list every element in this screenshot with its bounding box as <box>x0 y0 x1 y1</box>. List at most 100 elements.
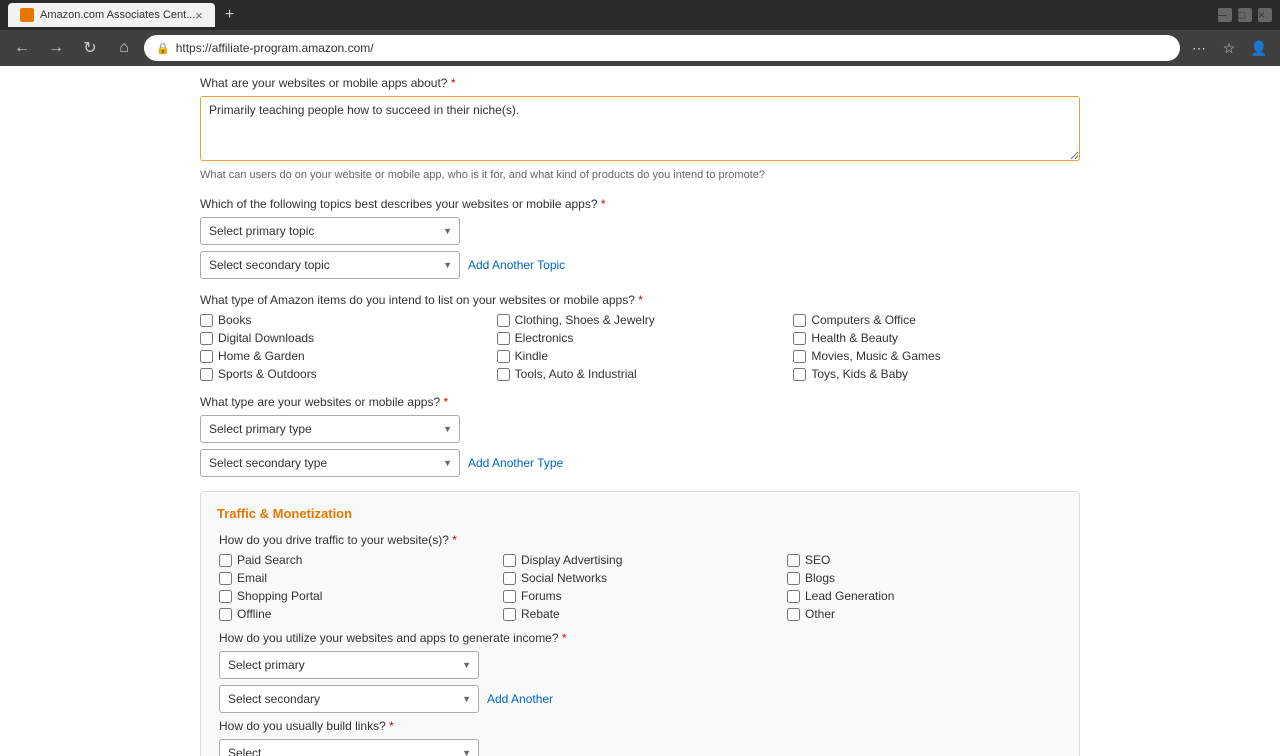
checkbox-computers: Computers & Office <box>793 313 1080 327</box>
checkbox-toys-input[interactable] <box>793 368 806 381</box>
firefox-account-icon[interactable]: 👤 <box>1246 35 1272 61</box>
topics-question-label: Which of the following topics best descr… <box>200 197 1080 211</box>
add-another-type-link[interactable]: Add Another Type <box>468 456 563 470</box>
topics-section: Which of the following topics best descr… <box>200 197 1080 279</box>
checkbox-paid-search-input[interactable] <box>219 554 232 567</box>
checkbox-social-input[interactable] <box>503 572 516 585</box>
checkbox-tools-input[interactable] <box>497 368 510 381</box>
primary-topic-row: Select primary topic <box>200 217 1080 245</box>
checkbox-electronics-label: Electronics <box>515 331 574 345</box>
amazon-items-required: * <box>638 293 643 307</box>
checkbox-email: Email <box>219 571 493 585</box>
checkbox-seo-input[interactable] <box>787 554 800 567</box>
checkbox-lead-gen: Lead Generation <box>787 589 1061 603</box>
browser-tab[interactable]: Amazon.com Associates Cent... × <box>8 3 215 27</box>
build-links-select[interactable]: Select <box>219 739 479 756</box>
add-another-income-link[interactable]: Add Another <box>487 692 553 706</box>
checkbox-email-input[interactable] <box>219 572 232 585</box>
checkbox-sports: Sports & Outdoors <box>200 367 487 381</box>
checkbox-home-input[interactable] <box>200 350 213 363</box>
checkbox-health: Health & Beauty <box>793 331 1080 345</box>
checkbox-other-input[interactable] <box>787 608 800 621</box>
checkbox-offline-input[interactable] <box>219 608 232 621</box>
close-window-button[interactable]: × <box>1258 8 1272 22</box>
checkbox-electronics-input[interactable] <box>497 332 510 345</box>
checkbox-tools: Tools, Auto & Industrial <box>497 367 784 381</box>
checkbox-health-label: Health & Beauty <box>811 331 898 345</box>
checkbox-social: Social Networks <box>503 571 777 585</box>
income-secondary-select[interactable]: Select secondary <box>219 685 479 713</box>
checkbox-health-input[interactable] <box>793 332 806 345</box>
extensions-icon[interactable]: ⋯ <box>1186 35 1212 61</box>
reload-button[interactable]: ↻ <box>76 34 104 62</box>
checkbox-tools-label: Tools, Auto & Industrial <box>515 367 637 381</box>
bookmark-star-icon[interactable]: ☆ <box>1216 35 1242 61</box>
checkbox-forums-label: Forums <box>521 589 562 603</box>
drive-traffic-required: * <box>452 533 457 547</box>
checkbox-display-ads-input[interactable] <box>503 554 516 567</box>
income-required: * <box>562 631 567 645</box>
app-type-label: What type are your websites or mobile ap… <box>200 395 1080 409</box>
about-required-marker: * <box>451 76 456 90</box>
build-links-wrapper: Select <box>219 739 479 756</box>
browser-titlebar: Amazon.com Associates Cent... × + ─ □ × <box>0 0 1280 30</box>
income-primary-wrapper: Select primary <box>219 651 479 679</box>
url-input[interactable] <box>176 41 1168 55</box>
new-tab-button[interactable]: + <box>225 6 234 24</box>
checkbox-display-ads-label: Display Advertising <box>521 553 622 567</box>
forward-button[interactable]: → <box>42 34 70 62</box>
main-area: What are your websites or mobile apps ab… <box>180 66 1100 756</box>
checkbox-blogs-input[interactable] <box>787 572 800 585</box>
checkbox-books-input[interactable] <box>200 314 213 327</box>
security-icon: 🔒 <box>156 42 170 55</box>
tab-title: Amazon.com Associates Cent... <box>40 9 195 21</box>
income-primary-row: Select primary <box>219 651 1061 679</box>
primary-topic-select[interactable]: Select primary topic <box>200 217 460 245</box>
about-section: What are your websites or mobile apps ab… <box>200 76 1080 183</box>
add-another-topic-link[interactable]: Add Another Topic <box>468 258 565 272</box>
home-button[interactable]: ⌂ <box>110 34 138 62</box>
checkbox-clothing-input[interactable] <box>497 314 510 327</box>
checkbox-lead-gen-input[interactable] <box>787 590 800 603</box>
secondary-topic-select[interactable]: Select secondary topic <box>200 251 460 279</box>
income-subsection: How do you utilize your websites and app… <box>217 631 1063 713</box>
amazon-items-checkboxes: Books Clothing, Shoes & Jewelry Computer… <box>200 313 1080 381</box>
back-button[interactable]: ← <box>8 34 36 62</box>
checkbox-rebate-input[interactable] <box>503 608 516 621</box>
checkbox-home: Home & Garden <box>200 349 487 363</box>
checkbox-forums-input[interactable] <box>503 590 516 603</box>
checkbox-sports-input[interactable] <box>200 368 213 381</box>
minimize-button[interactable]: ─ <box>1218 8 1232 22</box>
primary-type-row: Select primary type <box>200 415 1080 443</box>
checkbox-kindle-input[interactable] <box>497 350 510 363</box>
checkbox-clothing-label: Clothing, Shoes & Jewelry <box>515 313 655 327</box>
primary-type-wrapper: Select primary type <box>200 415 460 443</box>
checkbox-digital-input[interactable] <box>200 332 213 345</box>
traffic-section-title: Traffic & Monetization <box>217 506 1063 521</box>
checkbox-rebate: Rebate <box>503 607 777 621</box>
checkbox-email-label: Email <box>237 571 267 585</box>
secondary-type-row: Select secondary type Add Another Type <box>200 449 1080 477</box>
address-bar[interactable]: 🔒 <box>144 35 1180 61</box>
checkbox-shopping-input[interactable] <box>219 590 232 603</box>
checkbox-seo-label: SEO <box>805 553 830 567</box>
checkbox-kindle: Kindle <box>497 349 784 363</box>
secondary-type-wrapper: Select secondary type <box>200 449 460 477</box>
tab-close-button[interactable]: × <box>195 8 203 23</box>
checkbox-movies-label: Movies, Music & Games <box>811 349 940 363</box>
maximize-button[interactable]: □ <box>1238 8 1252 22</box>
secondary-type-select[interactable]: Select secondary type <box>200 449 460 477</box>
traffic-checkboxes: Paid Search Display Advertising SEO <box>219 553 1061 621</box>
checkbox-paid-search-label: Paid Search <box>237 553 302 567</box>
topics-required-marker: * <box>601 197 606 211</box>
income-primary-select[interactable]: Select primary <box>219 651 479 679</box>
primary-type-select[interactable]: Select primary type <box>200 415 460 443</box>
about-textarea[interactable]: Primarily teaching people how to succeed… <box>200 96 1080 161</box>
checkbox-computers-input[interactable] <box>793 314 806 327</box>
checkbox-digital: Digital Downloads <box>200 331 487 345</box>
amazon-items-label: What type of Amazon items do you intend … <box>200 293 1080 307</box>
about-question-label: What are your websites or mobile apps ab… <box>200 76 1080 90</box>
checkbox-movies-input[interactable] <box>793 350 806 363</box>
amazon-items-section: What type of Amazon items do you intend … <box>200 293 1080 381</box>
page-content: What are your websites or mobile apps ab… <box>0 66 1280 756</box>
